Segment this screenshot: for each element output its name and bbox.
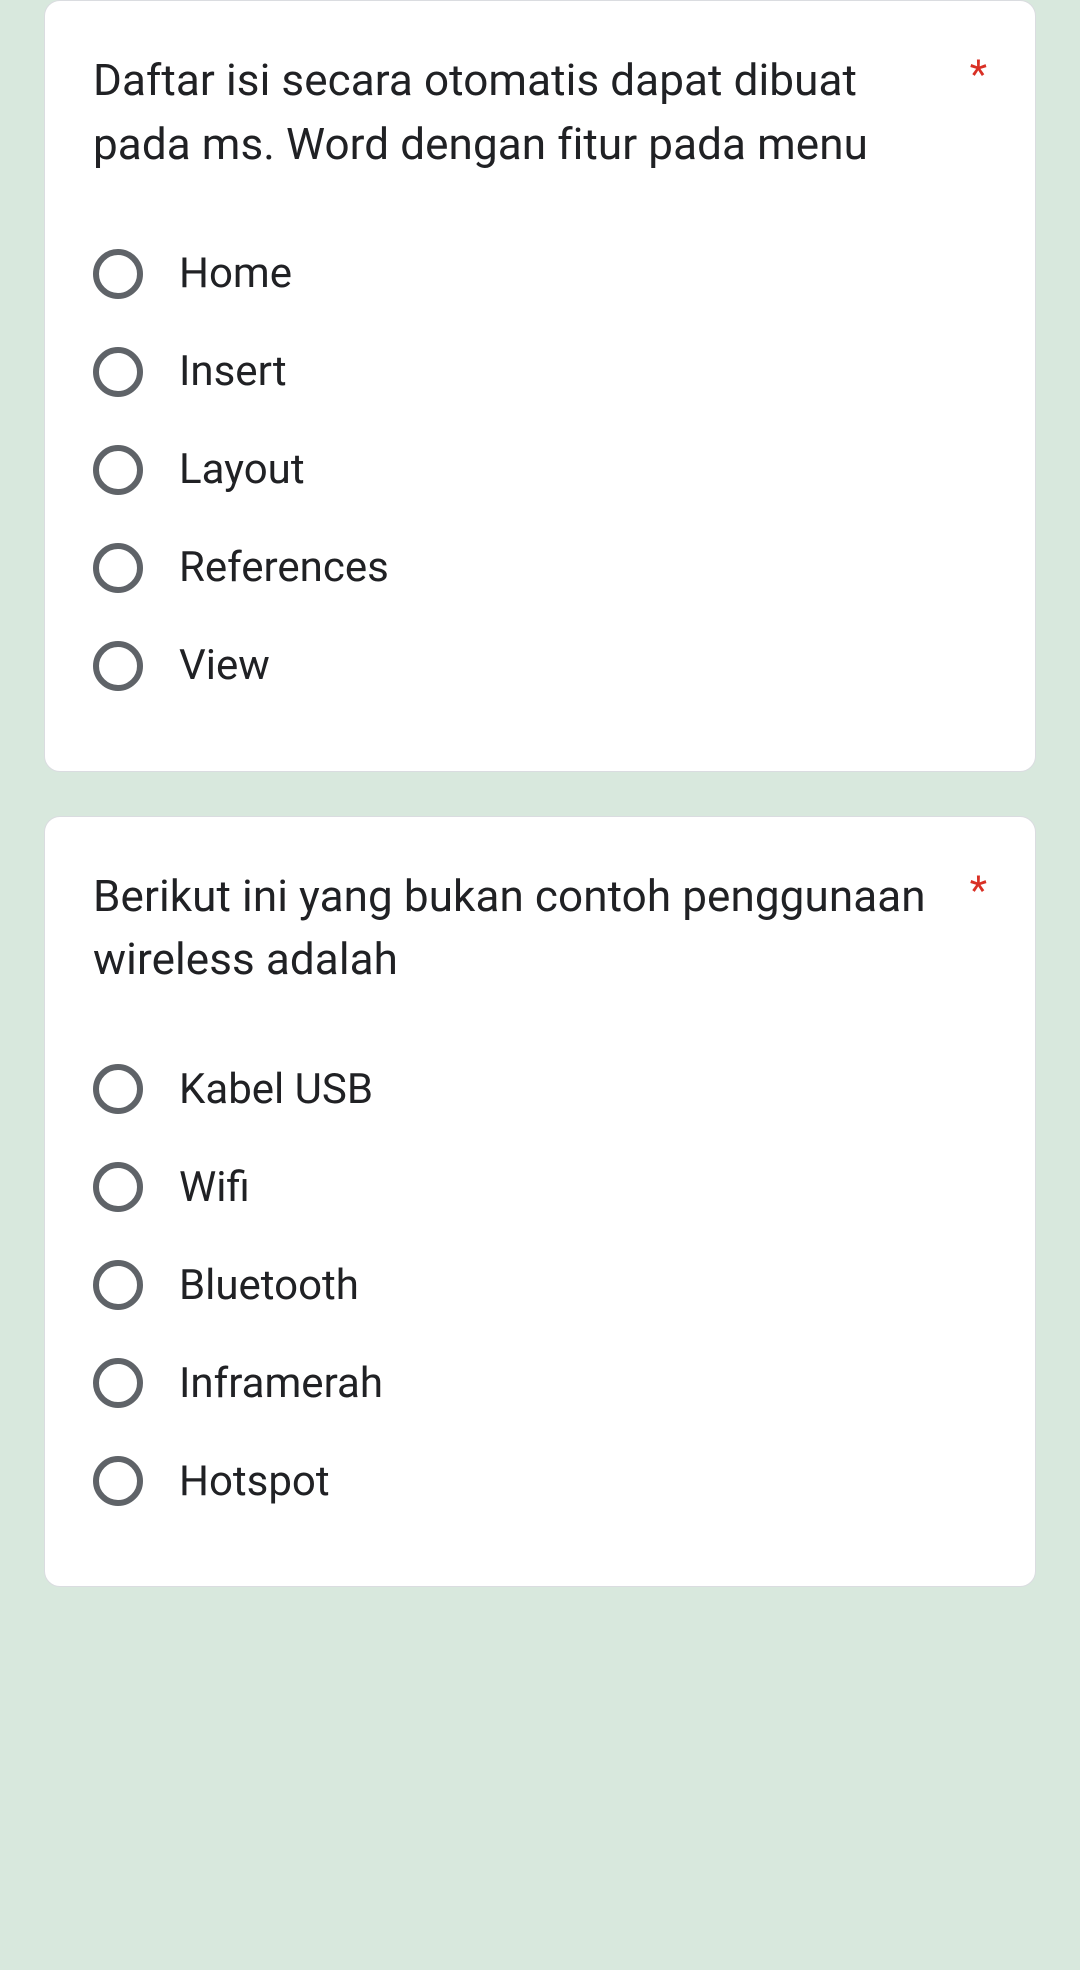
radio-icon (93, 641, 143, 691)
question-card: Daftar isi secara otomatis dapat dibuat … (44, 0, 1036, 772)
radio-option[interactable]: Layout (93, 421, 987, 519)
option-label: Home (179, 249, 292, 298)
radio-option[interactable]: Home (93, 225, 987, 323)
option-label: Hotspot (179, 1457, 330, 1506)
option-label: View (179, 641, 270, 690)
radio-icon (93, 347, 143, 397)
question-header: Berikut ini yang bukan contoh penggunaan… (93, 865, 987, 993)
option-label: Inframerah (179, 1359, 383, 1408)
radio-option[interactable]: References (93, 519, 987, 617)
radio-option[interactable]: Inframerah (93, 1334, 987, 1432)
radio-icon (93, 1162, 143, 1212)
option-label: Layout (179, 445, 305, 494)
question-header: Daftar isi secara otomatis dapat dibuat … (93, 49, 987, 177)
radio-icon (93, 543, 143, 593)
required-star: * (970, 49, 987, 95)
option-label: Bluetooth (179, 1261, 359, 1310)
required-star: * (970, 865, 987, 911)
option-label: Insert (179, 347, 287, 396)
option-label: Kabel USB (179, 1065, 373, 1114)
radio-icon (93, 1358, 143, 1408)
option-label: Wifi (179, 1163, 250, 1212)
question-text: Berikut ini yang bukan contoh penggunaan… (93, 865, 954, 993)
radio-icon (93, 249, 143, 299)
radio-option[interactable]: Wifi (93, 1138, 987, 1236)
radio-icon (93, 1064, 143, 1114)
radio-option[interactable]: Insert (93, 323, 987, 421)
radio-icon (93, 1260, 143, 1310)
radio-option[interactable]: View (93, 617, 987, 715)
question-text: Daftar isi secara otomatis dapat dibuat … (93, 49, 954, 177)
question-card: Berikut ini yang bukan contoh penggunaan… (44, 816, 1036, 1588)
radio-icon (93, 1456, 143, 1506)
option-label: References (179, 543, 389, 592)
radio-option[interactable]: Kabel USB (93, 1040, 987, 1138)
radio-icon (93, 445, 143, 495)
radio-option[interactable]: Hotspot (93, 1432, 987, 1530)
radio-option[interactable]: Bluetooth (93, 1236, 987, 1334)
